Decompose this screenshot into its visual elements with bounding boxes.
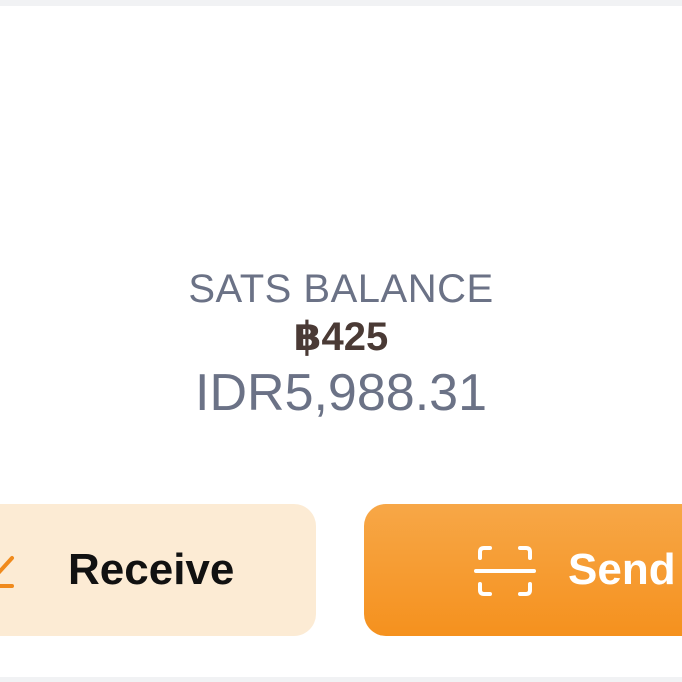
send-button[interactable]: Send xyxy=(364,504,682,636)
receive-button[interactable]: Receive xyxy=(0,504,316,636)
arrow-down-left-icon xyxy=(0,556,14,588)
fiat-balance: IDR5,988.31 xyxy=(195,364,487,422)
balance-section: SATS BALANCE ฿425 IDR5,988.31 xyxy=(0,265,682,423)
scan-icon xyxy=(474,546,536,596)
wallet-screen: SATS BALANCE ฿425 IDR5,988.31 Receive Se… xyxy=(0,0,682,682)
top-divider xyxy=(0,0,682,6)
balance-label: SATS BALANCE xyxy=(188,267,494,311)
send-button-label: Send xyxy=(568,545,676,594)
receive-button-label: Receive xyxy=(68,545,235,594)
bottom-divider xyxy=(0,677,682,682)
sats-balance: ฿425 xyxy=(293,315,389,359)
